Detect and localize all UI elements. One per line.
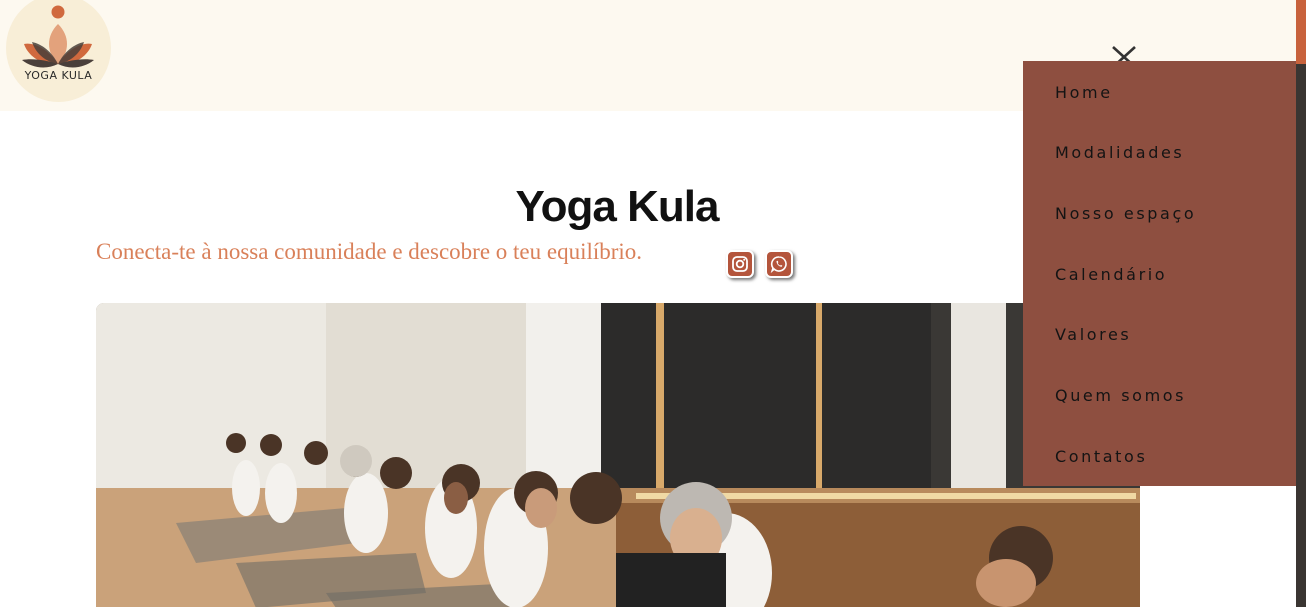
yoga-class-photo-icon	[96, 303, 1140, 607]
instagram-icon	[732, 256, 748, 272]
nav-item-modalidades[interactable]: Modalidades	[1055, 143, 1184, 162]
logo-text: YOGA KULA	[24, 69, 93, 82]
logo[interactable]: YOGA KULA	[6, 0, 111, 102]
lotus-logo-icon	[22, 5, 94, 68]
nav-item-quem-somos[interactable]: Quem somos	[1055, 386, 1186, 405]
nav-item-valores[interactable]: Valores	[1055, 325, 1131, 344]
scrollbar-thumb[interactable]	[1296, 0, 1306, 64]
hero-image	[96, 303, 1140, 607]
instagram-button[interactable]	[726, 250, 754, 278]
whatsapp-icon	[770, 256, 787, 273]
nav-item-contatos[interactable]: Contatos	[1055, 447, 1147, 466]
nav-item-home[interactable]: Home	[1055, 83, 1113, 102]
hero-subtitle: Conecta-te à nossa comunidade e descobre…	[96, 239, 643, 264]
whatsapp-button[interactable]	[765, 250, 793, 278]
page: YOGA KULA Yoga Kula Conecta-te à nossa c…	[0, 0, 1306, 607]
scrollbar[interactable]	[1296, 0, 1306, 607]
dropdown-nav-menu: Home Modalidades Nosso espaço Calendário…	[1023, 61, 1296, 486]
nav-item-calendario[interactable]: Calendário	[1055, 265, 1167, 284]
nav-item-nosso-espaco[interactable]: Nosso espaço	[1055, 204, 1196, 223]
